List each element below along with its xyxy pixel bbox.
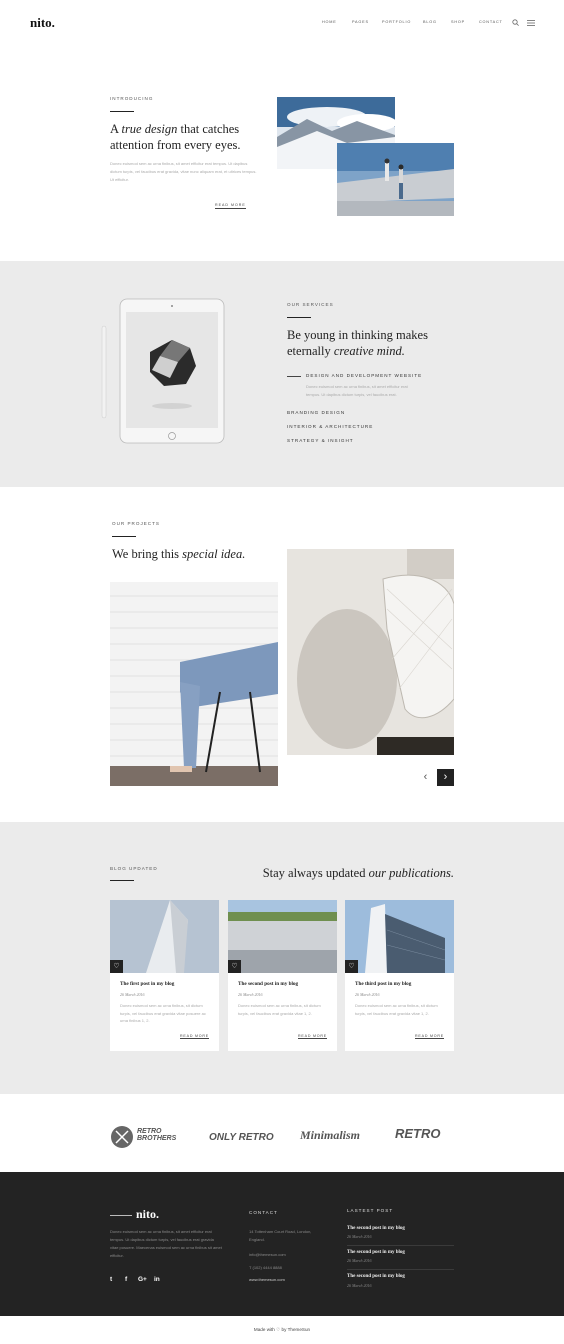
blog-card-image[interactable] [110,900,219,973]
linkedin-icon[interactable]: in [154,1276,160,1283]
project-image-chair-person[interactable] [110,582,278,786]
blog-card-title[interactable]: The third post in my blog [355,981,411,987]
blog-title: Stay always updated our publications. [262,866,454,880]
blog-card-image[interactable] [228,900,337,973]
blog-card-read-more[interactable]: Read more [298,1034,327,1039]
heart-icon: ♡ [276,1327,281,1332]
twitter-icon[interactable]: t [110,1276,112,1283]
footer-latest-label: Lastest post [347,1208,394,1213]
service-item-interior[interactable]: Interior & Architecture [287,424,373,429]
footer-logo-rule [110,1215,132,1216]
intro-title: A true design that catches attention fro… [110,122,241,152]
projects-label: Our projects [112,521,160,526]
footer-post-title[interactable]: The second post in my blog [347,1226,405,1231]
blog-card-read-more[interactable]: Read more [415,1034,444,1039]
intro-people-image [337,143,454,216]
service-item-text: Donec euismod sem ac urna finibus, sit a… [306,384,408,397]
blog-card-read-more[interactable]: Read more [180,1034,209,1039]
blog-label: Blog updated [110,866,158,871]
made-with-prefix: Made with [253,1327,275,1332]
intro-rule [110,111,134,112]
footer-post-date: 26 March 2016 [347,1283,372,1288]
nav-home[interactable]: Home [322,20,337,24]
projects-rule [112,536,136,537]
retro-brothers-logo-emblem [111,1126,133,1148]
footer-post-date: 26 March 2016 [347,1234,372,1239]
site-header: nito. Home Pages Portfolio Blog Shop Con… [0,0,564,46]
footer-about-text: Donec euismod sem ac urna finibus, sit a… [110,1229,222,1258]
made-with-credit: Made with ♡ by ThemeSun [0,1316,564,1344]
site-footer [0,1172,564,1316]
blog-card[interactable]: ♡ The second post in my blog 26 March 20… [228,900,337,1051]
services-label: Our services [287,302,334,307]
google-plus-icon[interactable]: G+ [138,1276,147,1283]
brand-logo-retro-brothers: RETRO BROTHERS [137,1128,177,1142]
footer-post-title[interactable]: The second post in my blog [347,1274,405,1279]
services-title: Be young in thinking makes eternally cre… [287,328,428,358]
made-with-suffix[interactable]: by ThemeSun [282,1327,311,1332]
slider-next-button[interactable]: › [437,769,454,786]
site-logo[interactable]: nito. [30,15,55,31]
active-service-marker [287,376,301,377]
service-item-design-development[interactable]: Design and development website [306,373,422,378]
nav-shop[interactable]: Shop [451,20,465,24]
footer-divider [347,1245,454,1246]
projects-title: We bring this special idea. [112,547,246,561]
service-item-strategy[interactable]: Strategy & Insight [287,438,354,443]
service-item-branding[interactable]: Branding design [287,410,345,415]
blog-card-date: 26 March 2016 [355,992,380,997]
blog-card-image[interactable] [345,900,454,973]
heart-icon[interactable]: ♡ [345,960,358,973]
search-icon[interactable] [512,19,519,26]
footer-contact-label: Contact [249,1210,278,1215]
blog-rule [110,880,134,881]
footer-address: 14 Tottenham Court Road, London, England… [249,1229,312,1242]
blog-card[interactable]: ♡ The first post in my blog 26 March 201… [110,900,219,1051]
footer-website[interactable]: www.themesun.com [249,1276,285,1284]
heart-icon[interactable]: ♡ [110,960,123,973]
nav-portfolio[interactable]: Portfolio [382,20,411,24]
footer-post-title[interactable]: The second post in my blog [347,1250,405,1255]
footer-post-date: 26 March 2016 [347,1258,372,1263]
nav-blog[interactable]: Blog [423,20,437,24]
footer-logo[interactable]: nito. [136,1207,159,1222]
nav-contact[interactable]: Contact [479,20,503,24]
intro-label: Introducing [110,96,154,101]
intro-read-more-link[interactable]: Read more [215,203,246,209]
services-rule [287,317,311,318]
blog-card-date: 26 March 2016 [120,992,145,997]
brand-logo-retro: RETRO [395,1126,441,1141]
heart-icon[interactable]: ♡ [228,960,241,973]
blog-card-title[interactable]: The first post in my blog [120,981,174,987]
blog-card-text: Donec euismod sem ac urna finibus, sit d… [120,1003,206,1023]
intro-text: Donec euismod sem ac urna finibus, sit a… [110,161,257,182]
footer-phone: T (102) 4444 8888 [249,1265,282,1270]
tablet-image [101,298,225,444]
blog-card[interactable]: ♡ The third post in my blog 26 March 201… [345,900,454,1051]
services-section [0,261,564,487]
blog-card-text: Donec euismod sem ac urna finibus, sit d… [238,1003,321,1016]
blog-card-title[interactable]: The second post in my blog [238,981,298,987]
brand-logo-minimalism: Minimalism [300,1128,361,1142]
menu-icon[interactable] [527,20,535,26]
footer-email[interactable]: info@themesun.com [249,1251,286,1259]
footer-divider [347,1269,454,1270]
nav-pages[interactable]: Pages [352,20,369,24]
slider-prev-button[interactable]: ‹ [417,769,434,786]
project-image-wicker-chair[interactable] [287,549,454,755]
facebook-icon[interactable]: f [125,1276,127,1283]
blog-card-text: Donec euismod sem ac urna finibus, sit d… [355,1003,438,1016]
blog-card-date: 26 March 2016 [238,992,263,997]
brand-logo-only-retro: ONLY RETRO [209,1132,274,1143]
